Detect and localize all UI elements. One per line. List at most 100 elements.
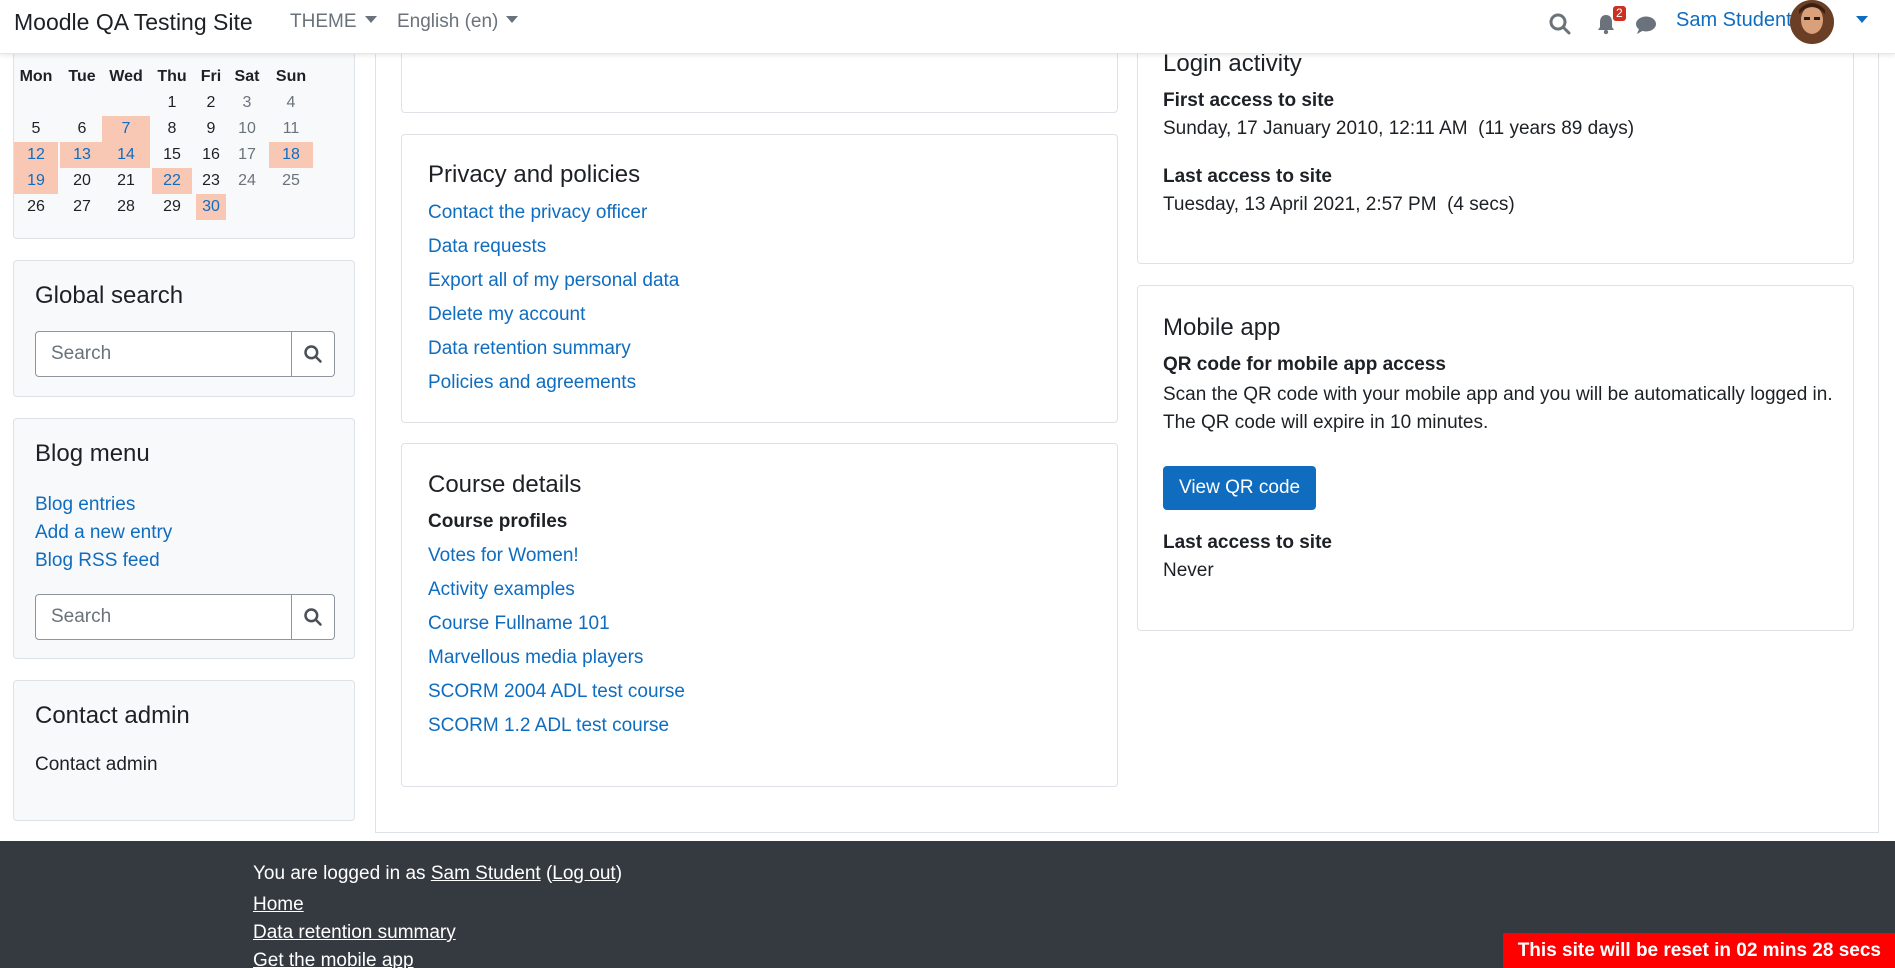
blog-search-form: Search (35, 594, 335, 640)
qr-code-description: Scan the QR code with your mobile app an… (1163, 384, 1833, 433)
course-details-card: Course details Course profiles Votes for… (401, 443, 1118, 787)
calendar-day: 15 (163, 146, 181, 163)
calendar-day: 29 (163, 198, 181, 215)
calendar-day: 1 (167, 94, 177, 111)
calendar-day: 26 (27, 198, 45, 215)
calendar-weekday-header: Mon (19, 68, 53, 85)
language-menu-label: English (en) (397, 11, 499, 32)
block-title: Global search (35, 282, 184, 309)
site-name-link[interactable]: Moodle QA Testing Site (14, 9, 253, 36)
logout-link[interactable]: Log out (552, 863, 615, 884)
chat-icon[interactable] (1634, 14, 1658, 38)
top-navbar: Moodle QA Testing Site THEME English (en… (0, 0, 1895, 54)
course-link[interactable]: Marvellous media players (428, 646, 685, 680)
last-access-value: Tuesday, 13 April 2021, 2:57 PM (4 secs) (1163, 194, 1515, 215)
course-link[interactable]: Course Fullname 101 (428, 612, 685, 646)
calendar-day: 10 (238, 120, 256, 137)
footer-mobile-app-link[interactable]: Get the mobile app (253, 947, 456, 968)
calendar-event-day[interactable]: 22 (152, 168, 192, 194)
login-info-text: You are logged in as (253, 863, 431, 884)
policies-agreements-link[interactable]: Policies and agreements (428, 371, 679, 405)
block-title: Contact admin (35, 702, 190, 729)
last-access-value: Never (1163, 560, 1214, 581)
language-menu[interactable]: English (en) (397, 11, 519, 33)
add-new-entry-link[interactable]: Add a new entry (35, 519, 172, 547)
calendar-day: 17 (238, 146, 256, 163)
footer-home-link[interactable]: Home (253, 891, 456, 919)
calendar-event-day[interactable]: 30 (196, 194, 226, 220)
view-qr-code-button[interactable]: View QR code (1163, 466, 1317, 510)
calendar-weekday-header: Sat (234, 68, 260, 85)
chevron-down-icon[interactable] (1856, 16, 1868, 23)
login-info: You are logged in as Sam Student (Log ou… (253, 863, 623, 884)
qr-code-label: QR code for mobile app access (1163, 354, 1446, 375)
calendar-event-day[interactable]: 14 (102, 142, 150, 168)
calendar-event-day[interactable]: 7 (102, 116, 150, 142)
course-profiles-label: Course profiles (428, 511, 568, 532)
contact-privacy-officer-link[interactable]: Contact the privacy officer (428, 201, 679, 235)
calendar-day: 21 (117, 172, 135, 189)
calendar-weekday-header: Wed (109, 68, 143, 85)
privacy-card: Privacy and policies Contact the privacy… (401, 134, 1118, 423)
calendar-day: 24 (238, 172, 256, 189)
calendar-day: 2 (206, 94, 216, 111)
last-access-label: Last access to site (1163, 532, 1332, 553)
calendar-day: 25 (282, 172, 300, 189)
blog-entries-link[interactable]: Blog entries (35, 491, 172, 519)
calendar-weekday-header: Thu (157, 68, 187, 85)
calendar-event-day[interactable]: 19 (14, 168, 58, 194)
blog-search-button[interactable] (292, 594, 335, 640)
calendar-day: 27 (73, 198, 91, 215)
last-access-label: Last access to site (1163, 166, 1332, 187)
chevron-down-icon (364, 16, 377, 23)
chevron-down-icon (506, 16, 519, 23)
calendar-event-day[interactable]: 12 (14, 142, 58, 168)
first-access-value: Sunday, 17 January 2010, 12:11 AM (11 ye… (1163, 118, 1635, 139)
global-search-block: Global search Search (13, 260, 355, 397)
calendar-day: 5 (31, 120, 41, 137)
calendar-weekday-header: Sun (275, 68, 307, 85)
calendar-day: 28 (117, 198, 135, 215)
calendar-day: 9 (206, 120, 216, 137)
search-icon (304, 345, 322, 363)
contact-admin-block: Contact admin Contact admin (13, 680, 355, 821)
delete-account-link[interactable]: Delete my account (428, 303, 679, 337)
course-link[interactable]: SCORM 2004 ADL test course (428, 680, 685, 714)
export-personal-data-link[interactable]: Export all of my personal data (428, 269, 679, 303)
block-title: Blog menu (35, 440, 150, 467)
calendar-day: 3 (242, 94, 252, 111)
theme-menu-label: THEME (290, 11, 357, 32)
avatar[interactable] (1790, 0, 1834, 44)
blog-search-input[interactable]: Search (35, 594, 292, 640)
calendar-weekday-header: Fri (200, 68, 222, 85)
calendar-event-day[interactable]: 18 (269, 142, 313, 168)
user-menu-name[interactable]: Sam Student (1676, 9, 1792, 32)
contact-admin-text: Contact admin (35, 754, 158, 775)
calendar-day: 8 (167, 120, 177, 137)
search-icon (304, 608, 322, 626)
global-search-button[interactable] (292, 331, 335, 377)
data-requests-link[interactable]: Data requests (428, 235, 679, 269)
calendar-day: 11 (282, 120, 300, 137)
course-link[interactable]: Votes for Women! (428, 544, 685, 578)
card-title: Privacy and policies (428, 161, 641, 188)
search-icon[interactable] (1548, 12, 1572, 36)
footer-data-retention-link[interactable]: Data retention summary (253, 919, 456, 947)
card-title: Login activity (1163, 50, 1302, 77)
calendar-day: 16 (202, 146, 220, 163)
course-link[interactable]: SCORM 1.2 ADL test course (428, 714, 685, 748)
data-retention-summary-link[interactable]: Data retention summary (428, 337, 679, 371)
theme-menu[interactable]: THEME (290, 11, 377, 33)
global-search-form: Search (35, 331, 335, 377)
global-search-input[interactable]: Search (35, 331, 292, 377)
calendar-day: 23 (202, 172, 220, 189)
card-title: Course details (428, 471, 582, 498)
blog-rss-feed-link[interactable]: Blog RSS feed (35, 547, 172, 575)
calendar-day: 4 (286, 94, 296, 111)
course-link[interactable]: Activity examples (428, 578, 685, 612)
calendar-weekday-header: Tue (68, 68, 96, 85)
footer-user-link[interactable]: Sam Student (431, 863, 541, 884)
card-title: Mobile app (1163, 314, 1281, 341)
calendar-event-day[interactable]: 13 (60, 142, 104, 168)
login-activity-card: Login activity First access to site Sund… (1137, 20, 1854, 264)
